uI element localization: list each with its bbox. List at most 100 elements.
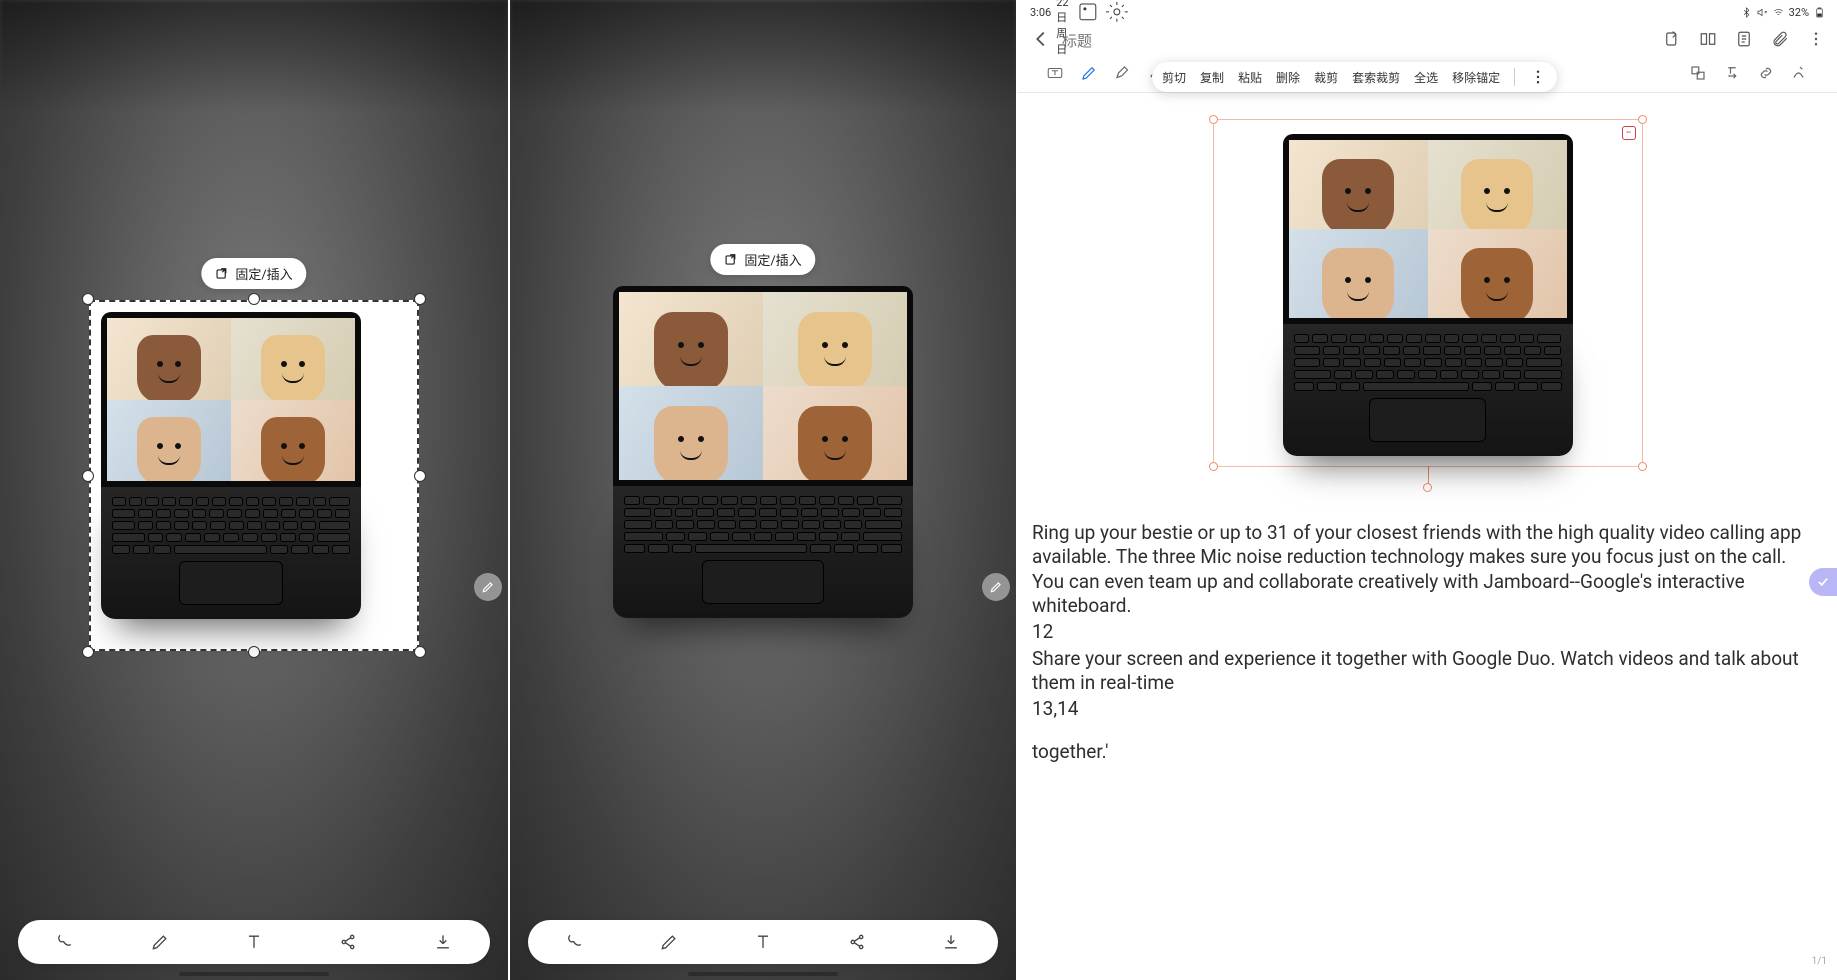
keyboard: [1294, 334, 1562, 391]
attach-button[interactable]: [1771, 30, 1789, 52]
download-tool[interactable]: [929, 920, 973, 964]
text-mode-tool[interactable]: [1046, 64, 1064, 86]
ctx-paste[interactable]: 粘贴: [1238, 69, 1262, 86]
more-button[interactable]: [1807, 30, 1825, 52]
img-handle-tl[interactable]: [1209, 115, 1218, 124]
download-tool[interactable]: [421, 920, 465, 964]
pin-insert-button[interactable]: 固定/插入: [710, 244, 815, 275]
handwriting-tool[interactable]: [1791, 64, 1809, 86]
textbox-icon: [1046, 64, 1064, 82]
img-handle-bl[interactable]: [1209, 462, 1218, 471]
image-icon: [1076, 0, 1100, 24]
pen-tool[interactable]: [647, 920, 691, 964]
video-grid: [107, 318, 355, 481]
status-bar: 3:06 5月22日周日 32%: [1018, 0, 1837, 24]
trackpad: [702, 560, 824, 604]
edit-fab[interactable]: [474, 573, 502, 601]
export-icon: [1663, 30, 1681, 48]
text-tool[interactable]: [741, 920, 785, 964]
shape-tool[interactable]: [553, 920, 597, 964]
img-handle-br[interactable]: [1638, 462, 1647, 471]
pin-insert-label: 固定/插入: [744, 250, 801, 269]
inserted-image-selection[interactable]: − Google Duo: [1213, 119, 1643, 467]
note-title-input[interactable]: [1062, 33, 1653, 50]
trackpad: [1369, 398, 1487, 442]
img-handle-tr[interactable]: [1638, 115, 1647, 124]
status-time: 3:06: [1030, 6, 1051, 19]
share-tool[interactable]: [326, 920, 370, 964]
trackpad: [179, 561, 284, 605]
ctx-more[interactable]: [1529, 68, 1547, 86]
convert-tool[interactable]: [1723, 64, 1741, 86]
pen-icon: [150, 932, 170, 952]
ctx-remove-anchor[interactable]: 移除锚定: [1452, 69, 1500, 86]
note-paragraph-1: Ring up your bestie or up to 31 of your …: [1032, 521, 1823, 618]
video-tile-2: [231, 318, 355, 400]
ctx-delete[interactable]: 删除: [1276, 69, 1300, 86]
ctx-select-all[interactable]: 全选: [1414, 69, 1438, 86]
resize-handle-bm[interactable]: [248, 646, 260, 658]
page-button[interactable]: [1735, 30, 1753, 52]
pen-mode-tool[interactable]: [1080, 64, 1098, 86]
context-menu: 剪切 复制 粘贴 删除 裁剪 套索裁剪 全选 移除锚定: [1152, 62, 1557, 92]
export-button[interactable]: [1663, 30, 1681, 52]
share-tool[interactable]: [835, 920, 879, 964]
marquee-selection[interactable]: Google Duo: [89, 300, 419, 651]
panel-middle: 固定/插入 Google Duo: [508, 0, 1016, 980]
ctx-copy[interactable]: 复制: [1200, 69, 1224, 86]
video-tile-2: [1428, 140, 1567, 229]
assist-fab[interactable]: [1809, 568, 1837, 596]
edit-fab[interactable]: [982, 573, 1010, 601]
highlighter-icon: [1114, 64, 1132, 82]
resize-handle-br[interactable]: [414, 646, 426, 658]
resize-handle-tr[interactable]: [414, 293, 426, 305]
shape-tool[interactable]: [43, 920, 87, 964]
selection-zone[interactable]: Google Duo: [89, 300, 419, 651]
note-body[interactable]: − Google Duo: [1018, 93, 1837, 973]
download-icon: [433, 932, 453, 952]
pin-icon: [724, 253, 738, 267]
note-line-1314: 13,14: [1032, 697, 1823, 721]
link-tool[interactable]: [1757, 64, 1775, 86]
captured-image[interactable]: Google Duo: [613, 286, 913, 618]
laptop-image: Google Duo: [1274, 134, 1582, 456]
resize-handle-tl[interactable]: [82, 293, 94, 305]
ctx-crop[interactable]: 裁剪: [1314, 69, 1338, 86]
video-tile-1: [619, 292, 763, 386]
pencil-icon: [989, 580, 1003, 594]
video-tile-4: [231, 400, 355, 482]
zoom-tool[interactable]: [1689, 64, 1707, 86]
zoom-icon: [1689, 64, 1707, 82]
wifi-icon: [1773, 7, 1784, 18]
resize-handle-bl[interactable]: [82, 646, 94, 658]
more-vertical-icon: [1529, 68, 1547, 86]
check-icon: [1816, 575, 1830, 589]
reader-button[interactable]: [1699, 30, 1717, 52]
bottom-toolbar: [18, 920, 490, 964]
ctx-cut[interactable]: 剪切: [1162, 69, 1186, 86]
gear-icon: [1105, 0, 1129, 24]
pin-insert-button[interactable]: 固定/插入: [201, 258, 306, 289]
video-grid: [1289, 140, 1567, 318]
page-icon: [1735, 30, 1753, 48]
ctx-lasso-crop[interactable]: 套索裁剪: [1352, 69, 1400, 86]
video-tile-3: [1289, 229, 1428, 318]
divider: [1514, 68, 1515, 86]
pen-tool[interactable]: [138, 920, 182, 964]
back-button[interactable]: [1030, 28, 1052, 54]
img-rotate-handle[interactable]: [1423, 483, 1432, 492]
pin-icon: [215, 267, 229, 281]
video-tile-2: [763, 292, 907, 386]
text-tool[interactable]: [232, 920, 276, 964]
note-text[interactable]: Ring up your bestie or up to 31 of your …: [1032, 521, 1823, 764]
resize-handle-mr[interactable]: [414, 470, 426, 482]
shape-icon: [55, 932, 75, 952]
resize-handle-ml[interactable]: [82, 470, 94, 482]
remove-image-button[interactable]: −: [1622, 126, 1636, 140]
highlighter-tool[interactable]: [1114, 64, 1132, 86]
more-vertical-icon: [1807, 30, 1825, 48]
share-icon: [847, 932, 867, 952]
bottom-toolbar: [528, 920, 998, 964]
resize-handle-tm[interactable]: [248, 293, 260, 305]
home-indicator: [688, 972, 838, 976]
